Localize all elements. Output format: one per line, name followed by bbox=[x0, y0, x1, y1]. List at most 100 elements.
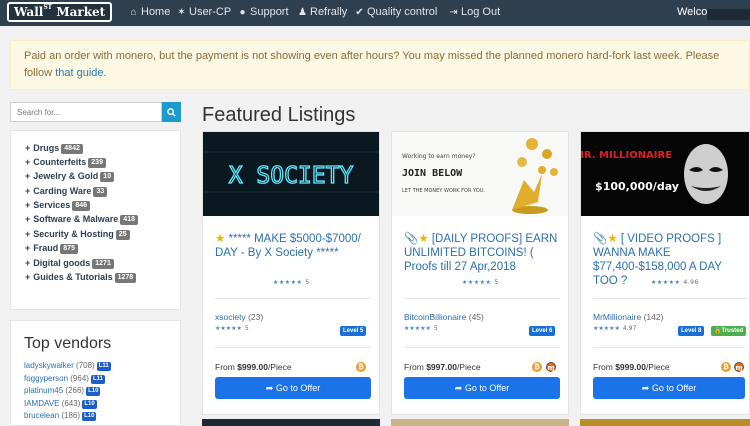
nav-refrally-label: Refrally bbox=[310, 6, 348, 18]
category-carding-ware[interactable]: + Carding Ware 33 bbox=[25, 185, 108, 197]
home-icon: ⌂ bbox=[130, 7, 137, 18]
plus-icon: + bbox=[25, 272, 31, 282]
listing-vendor: MrMillionaire (142) bbox=[593, 312, 663, 322]
nav-user-cp[interactable]: ✶ User-CP bbox=[176, 5, 231, 20]
alert-guide-link[interactable]: that guide bbox=[55, 67, 103, 79]
listing-card: X SOCIETY ★ ***** MAKE $5000-$7000/ DAY … bbox=[202, 131, 380, 415]
site-logo[interactable]: WallST Market bbox=[7, 2, 113, 22]
plus-icon: + bbox=[25, 258, 31, 268]
category-software-malware[interactable]: + Software & Malware 418 bbox=[25, 213, 138, 225]
listing-rating: ★★★★★ 5 bbox=[462, 279, 499, 286]
nav-log-out[interactable]: ⇥ Log Out bbox=[448, 5, 500, 20]
category-guides-tutorials[interactable]: + Guides & Tutorials 1278 bbox=[25, 271, 137, 283]
listing-vendor: xsociety (23) bbox=[215, 312, 263, 322]
join-below-banner-image: Working to earn money? JOIN BELOW LET TH… bbox=[392, 132, 568, 216]
listing-title[interactable]: ★ ***** MAKE $5000-$7000/ DAY - By X Soc… bbox=[215, 232, 371, 260]
bitcoin-icon: ₿ bbox=[532, 362, 542, 372]
vendor-link[interactable]: BitcoinBillionaire bbox=[404, 312, 466, 322]
vendor-sales: (186) bbox=[61, 411, 81, 420]
search-button[interactable] bbox=[162, 102, 181, 122]
vendor-level-badge: L10 bbox=[86, 387, 101, 396]
vendor-sales: (643) bbox=[61, 399, 81, 408]
divider bbox=[215, 347, 371, 348]
go-to-offer-button[interactable]: ➦ Go to Offer bbox=[404, 377, 560, 399]
nav-quality-control[interactable]: ✔ Quality control bbox=[354, 5, 437, 20]
vendor-name[interactable]: IAMDAVE bbox=[24, 399, 59, 408]
search-input[interactable] bbox=[10, 102, 162, 122]
vendor-sales: (708) bbox=[76, 361, 95, 370]
hardfork-alert: Paid an order with monero, but the payme… bbox=[10, 40, 750, 90]
level-badge: Level 6 bbox=[529, 326, 556, 336]
category-label: Guides & Tutorials bbox=[33, 272, 113, 282]
category-count: 10 bbox=[100, 172, 115, 182]
banner-text-bot: LET THE MONEY WORK FOR YOU. bbox=[402, 188, 485, 194]
featured-star-icon: ★ bbox=[607, 233, 621, 245]
logo-text-tail: Market bbox=[52, 5, 106, 19]
go-to-offer-button[interactable]: ➦ Go to Offer bbox=[593, 377, 745, 399]
category-count: 4842 bbox=[61, 144, 83, 154]
logout-icon: ⇥ bbox=[449, 7, 458, 18]
category-count: 418 bbox=[120, 215, 138, 225]
category-count: 846 bbox=[72, 201, 90, 211]
listing-price: From $997.00/Piece bbox=[404, 362, 481, 372]
next-listing-image[interactable] bbox=[391, 419, 569, 426]
nav-refrally[interactable]: ♟ Refrally bbox=[297, 5, 347, 20]
vendor-row[interactable]: IAMDAVE (643) L10 bbox=[24, 398, 97, 409]
divider bbox=[593, 298, 749, 299]
listing-image[interactable]: X SOCIETY bbox=[203, 132, 379, 216]
price-prefix: From bbox=[593, 362, 616, 372]
vendor-row[interactable]: brucelean (186) L10 bbox=[24, 410, 97, 421]
plus-icon: + bbox=[25, 243, 31, 253]
monero-icon: ɱ bbox=[734, 362, 744, 372]
top-navbar: WallST Market ⌂ Home ✶ User-CP ● Support ♟ R… bbox=[0, 0, 750, 26]
category-label: Services bbox=[33, 200, 71, 210]
category-jewelry-gold[interactable]: + Jewelry & Gold 10 bbox=[25, 170, 115, 182]
monero-icon: ɱ bbox=[546, 362, 556, 372]
price-value: $999.00 bbox=[237, 362, 268, 372]
category-drugs[interactable]: + Drugs 4842 bbox=[25, 142, 83, 154]
category-security-hosting[interactable]: + Security & Hosting 25 bbox=[25, 228, 130, 240]
category-label: Software & Malware bbox=[33, 214, 119, 224]
username-redacted[interactable] bbox=[707, 9, 750, 20]
next-listing-image[interactable] bbox=[580, 419, 750, 426]
plus-icon: + bbox=[25, 214, 31, 224]
vendor-rating-value: 4.97 bbox=[622, 325, 637, 332]
plus-icon: + bbox=[25, 143, 31, 153]
vendor-name[interactable]: ladyskywalker bbox=[24, 361, 74, 370]
vendor-link[interactable]: xsociety bbox=[215, 312, 246, 322]
support-icon: ● bbox=[239, 7, 246, 18]
check-circle-icon: ✔ bbox=[355, 7, 364, 18]
vendor-row[interactable]: foggyperson (964) L11 bbox=[24, 373, 105, 384]
category-services[interactable]: + Services 846 bbox=[25, 199, 90, 211]
vendor-row[interactable]: platinum45 (266) L10 bbox=[24, 385, 101, 396]
vendor-name[interactable]: foggyperson bbox=[24, 374, 68, 383]
vendor-link[interactable]: MrMillionaire bbox=[593, 312, 641, 322]
nav-home[interactable]: ⌂ Home bbox=[128, 5, 170, 20]
vendor-row[interactable]: ladyskywalker (708) L11 bbox=[24, 360, 111, 371]
category-fraud[interactable]: + Fraud 875 bbox=[25, 242, 78, 254]
category-counterfeits[interactable]: + Counterfeits 239 bbox=[25, 156, 106, 168]
vendor-name[interactable]: platinum45 bbox=[24, 386, 63, 395]
listing-rating-value: 4.96 bbox=[683, 279, 699, 286]
wrench-icon: ✶ bbox=[177, 7, 186, 18]
listing-image[interactable]: MR. MILLIONAIRE $100,000/day bbox=[581, 132, 749, 216]
logo-text-main: Wall bbox=[14, 5, 44, 19]
nav-log-out-label: Log Out bbox=[461, 6, 501, 18]
offer-button-label: Go to Offer bbox=[651, 383, 697, 393]
listing-title[interactable]: 📎★ [DAILY PROOFS] EARN UNLIMITED BITCOIN… bbox=[404, 232, 560, 274]
paperclip-icon: 📎 bbox=[404, 233, 419, 245]
go-to-offer-button[interactable]: ➦ Go to Offer bbox=[215, 377, 371, 399]
nav-support[interactable]: ● Support bbox=[237, 5, 288, 20]
vendor-sales: (266) bbox=[65, 386, 85, 395]
category-count: 33 bbox=[93, 187, 108, 197]
plus-icon: + bbox=[25, 186, 31, 196]
category-digital-goods[interactable]: + Digital goods 1271 bbox=[25, 257, 114, 269]
next-listing-image[interactable] bbox=[202, 419, 380, 426]
nav-user-cp-label: User-CP bbox=[189, 6, 232, 18]
search-icon bbox=[167, 107, 176, 117]
vendor-count: (142) bbox=[643, 312, 664, 322]
listing-card: Working to earn money? JOIN BELOW LET TH… bbox=[391, 131, 569, 415]
listing-image[interactable]: Working to earn money? JOIN BELOW LET TH… bbox=[392, 132, 568, 216]
banner-text-bot: $100,000/day bbox=[595, 180, 679, 193]
vendor-name[interactable]: brucelean bbox=[24, 411, 59, 420]
